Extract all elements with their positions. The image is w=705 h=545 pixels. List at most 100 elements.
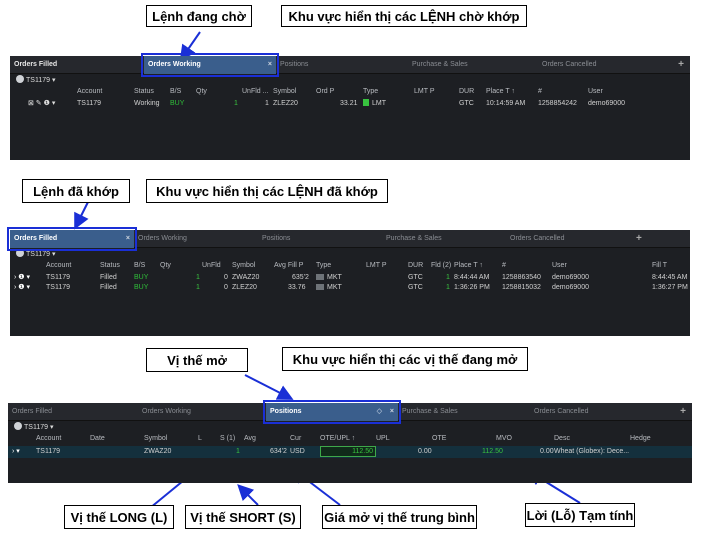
col-desc[interactable]: Desc (554, 434, 570, 444)
expand-icon[interactable]: › ❶ ▾ (14, 283, 30, 293)
tab-positions[interactable]: Positions (280, 56, 308, 74)
col-unfld[interactable]: UnFld (202, 261, 221, 271)
tab-orders-working[interactable]: Orders Working (138, 230, 187, 248)
col-dur[interactable]: DUR (408, 261, 423, 271)
tab-bar: Orders Filled Orders Working Positions ◇… (8, 400, 692, 424)
account-selector[interactable]: TS1179 ▾ (10, 248, 690, 261)
col-status[interactable]: Status (134, 87, 154, 97)
col-number[interactable]: # (502, 261, 506, 271)
col-number[interactable]: # (538, 87, 542, 97)
col-date[interactable]: Date (90, 434, 105, 444)
col-place-time[interactable]: Place T ↑ (454, 261, 483, 271)
table-row[interactable]: › ▾ TS1179 ZWAZ20 1 634'2 USD 112.50 0.0… (8, 446, 692, 458)
cell-symbol: ZWAZ20 (144, 448, 172, 455)
table-row[interactable]: › ❶ ▾ TS1179 Filled BUY 1 0 ZWAZ20 635'2… (10, 273, 690, 283)
positions-panel: Orders Filled Orders Working Positions ◇… (8, 400, 692, 483)
row-action-icons[interactable]: ⊠ ✎ ❶ ▾ (28, 99, 55, 109)
close-icon[interactable]: × (126, 230, 130, 248)
tab-orders-working[interactable]: Orders Working (142, 403, 191, 421)
col-fld[interactable]: Fld (2) (431, 261, 451, 271)
col-symbol[interactable]: Symbol (273, 87, 296, 97)
col-account[interactable]: Account (46, 261, 71, 271)
col-account[interactable]: Account (36, 434, 61, 444)
cell-avg-fill: 33.76 (288, 284, 306, 291)
lmt-icon (363, 99, 369, 106)
account-selector[interactable]: TS1179 ▾ (10, 74, 690, 87)
tab-label: Orders Filled (14, 235, 58, 242)
add-tab-button[interactable]: + (636, 230, 642, 248)
cell-desc: Wheat (Globex): Dece... (554, 448, 630, 455)
add-tab-button[interactable]: + (678, 56, 684, 74)
col-long[interactable]: L (198, 434, 202, 444)
col-symbol[interactable]: Symbol (232, 261, 255, 271)
col-upl[interactable]: UPL (376, 434, 390, 444)
col-symbol[interactable]: Symbol (144, 434, 167, 444)
cell-symbol: ZLEZ20 (232, 284, 257, 291)
tab-orders-cancelled[interactable]: Orders Cancelled (542, 56, 596, 74)
cell-ote-upl[interactable]: 112.50 (320, 446, 376, 457)
col-qty[interactable]: Qty (196, 87, 207, 97)
tab-positions[interactable]: Positions (262, 230, 290, 248)
col-fill-time[interactable]: Fill T (652, 261, 667, 271)
pin-icon[interactable]: ◇ (377, 403, 382, 421)
table-header: Account Date Symbol L S (1) Avg Cur OTE/… (8, 434, 692, 444)
col-type[interactable]: Type (363, 87, 378, 97)
tab-orders-filled[interactable]: Orders Filled (14, 56, 57, 74)
col-bs[interactable]: B/S (134, 261, 145, 271)
cell-mvo: 0.00 (540, 448, 554, 455)
close-icon[interactable]: × (390, 403, 394, 421)
col-place-time[interactable]: Place T ↑ (486, 87, 515, 97)
add-tab-button[interactable]: + (680, 403, 686, 421)
cell-user: demo69000 (588, 100, 625, 107)
cell-number: 1258815032 (502, 284, 541, 291)
cell-bs: BUY (134, 274, 149, 281)
col-cur[interactable]: Cur (290, 434, 301, 444)
tab-orders-working[interactable]: Orders Working × (141, 53, 279, 77)
account-selector-label: TS1179 ▾ (26, 77, 56, 84)
tab-purchase-sales[interactable]: Purchase & Sales (402, 403, 458, 421)
cell-bs: BUY (134, 284, 149, 291)
orders-working-panel: Orders Filled Orders Working × Positions… (10, 53, 690, 160)
cell-account: TS1179 (36, 448, 60, 455)
tab-purchase-sales[interactable]: Purchase & Sales (386, 230, 442, 248)
cell-number: 1258863540 (502, 274, 541, 281)
col-status[interactable]: Status (100, 261, 120, 271)
col-avg[interactable]: Avg (244, 434, 256, 444)
cell-symbol: ZWAZ20 (232, 274, 260, 281)
tab-orders-filled[interactable]: Orders Filled × (7, 227, 137, 251)
col-avg-fill[interactable]: Avg Fill P (274, 261, 303, 271)
col-qty[interactable]: Qty (160, 261, 171, 271)
col-bs[interactable]: B/S (170, 87, 181, 97)
col-user[interactable]: User (552, 261, 567, 271)
col-hedge[interactable]: Hedge (630, 434, 651, 444)
table-row[interactable]: ⊠ ✎ ❶ ▾ TS1179 Working BUY 1 1 ZLEZ20 33… (10, 99, 690, 109)
tab-orders-filled[interactable]: Orders Filled (12, 403, 52, 421)
col-short[interactable]: S (1) (220, 434, 235, 444)
col-unfld[interactable]: UnFld ... (242, 87, 268, 97)
col-type[interactable]: Type (316, 261, 331, 271)
col-ote[interactable]: OTE (432, 434, 446, 444)
col-mvo[interactable]: MVO (496, 434, 512, 444)
col-dur[interactable]: DUR (459, 87, 474, 97)
tab-purchase-sales[interactable]: Purchase & Sales (412, 56, 468, 74)
cell-fld: 1 (446, 274, 450, 281)
expand-icon[interactable]: › ▾ (12, 446, 20, 458)
cell-status: Filled (100, 284, 117, 291)
cell-dur: GTC (408, 284, 423, 291)
tab-orders-cancelled[interactable]: Orders Cancelled (510, 230, 564, 248)
col-ote-upl[interactable]: OTE/UPL ↑ (320, 434, 355, 444)
col-lmtp[interactable]: LMT P (366, 261, 387, 271)
col-user[interactable]: User (588, 87, 603, 97)
account-selector[interactable]: TS1179 ▾ (8, 421, 692, 434)
tab-positions[interactable]: Positions ◇ × (263, 400, 401, 424)
col-ordp[interactable]: Ord P (316, 87, 334, 97)
col-account[interactable]: Account (77, 87, 102, 97)
col-lmtp[interactable]: LMT P (414, 87, 435, 97)
tab-orders-cancelled[interactable]: Orders Cancelled (534, 403, 588, 421)
cell-symbol: ZLEZ20 (273, 100, 298, 107)
table-row[interactable]: › ❶ ▾ TS1179 Filled BUY 1 0 ZLEZ20 33.76… (10, 283, 690, 293)
expand-icon[interactable]: › ❶ ▾ (14, 273, 30, 283)
callout-avg-price: Giá mở vị thế trung bình (322, 505, 477, 529)
close-icon[interactable]: × (268, 56, 272, 74)
tab-label: Orders Working (148, 61, 201, 68)
